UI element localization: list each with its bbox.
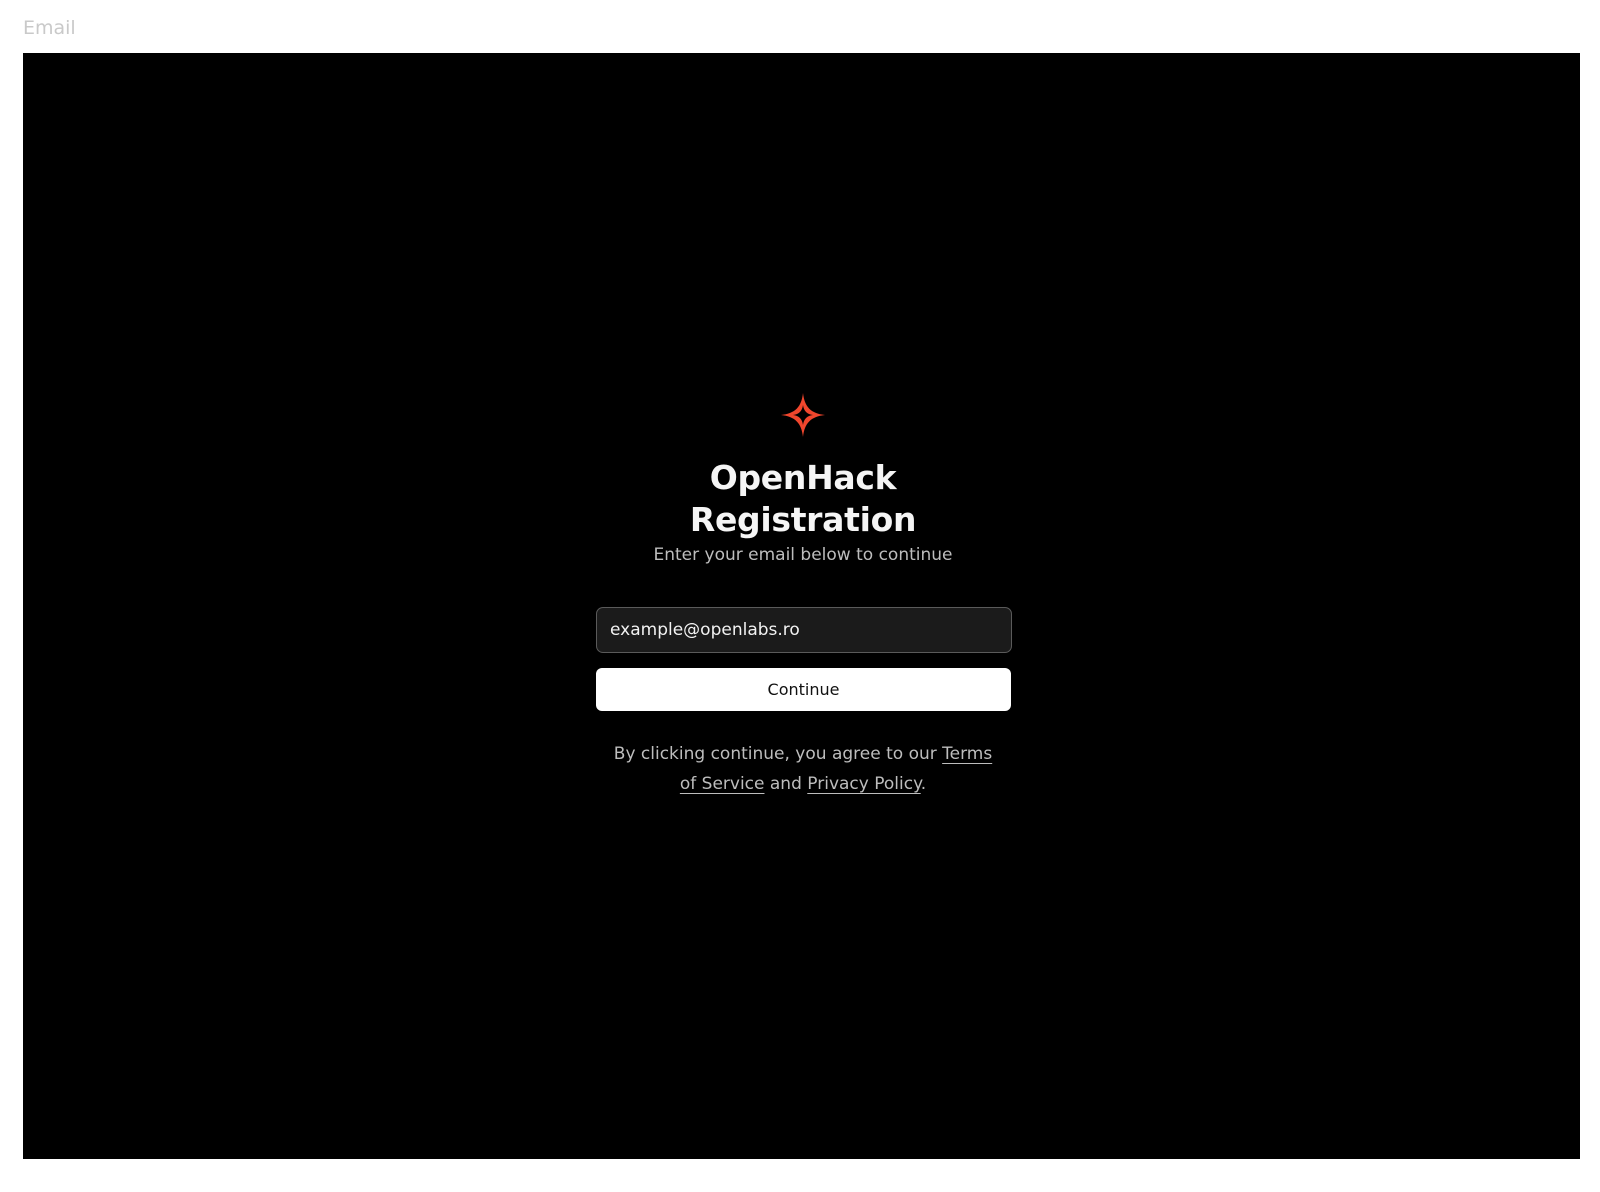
- registration-panel: OpenHack Registration Enter your email b…: [596, 391, 1012, 799]
- email-field[interactable]: [596, 607, 1012, 653]
- page-title: OpenHack Registration: [689, 458, 917, 539]
- privacy-policy-link[interactable]: Privacy Policy: [807, 774, 920, 794]
- page-subtitle: Enter your email below to continue: [653, 545, 953, 565]
- frame-label: Email: [23, 17, 76, 39]
- legal-conjunction: and: [764, 774, 808, 794]
- registration-page: OpenHack Registration Enter your email b…: [23, 53, 1580, 1159]
- legal-prefix: By clicking continue, you agree to our: [613, 744, 943, 764]
- continue-button[interactable]: Continue: [596, 668, 1011, 711]
- legal-suffix: .: [920, 774, 927, 794]
- legal-notice: By clicking continue, you agree to our T…: [608, 739, 998, 799]
- sparkle-star-icon: [781, 393, 825, 437]
